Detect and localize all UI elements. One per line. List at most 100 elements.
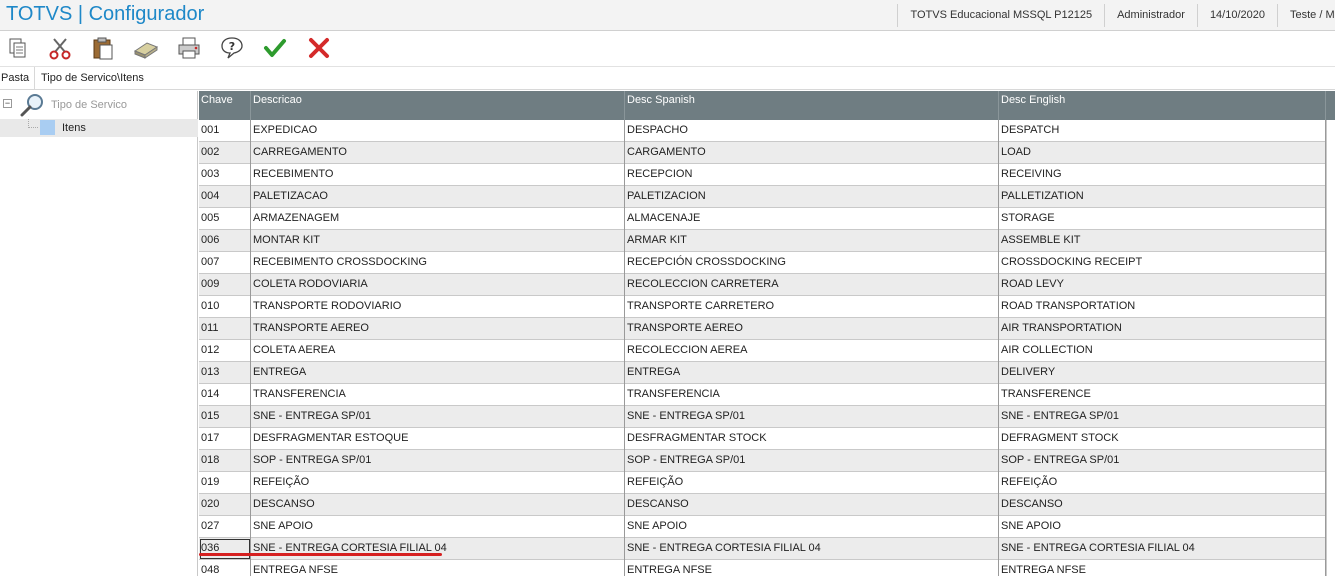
path-field[interactable]: Tipo de Servico\Itens bbox=[34, 67, 1335, 89]
cell-desc-english[interactable]: ENTREGA NFSE bbox=[999, 560, 1326, 576]
cell-descricao[interactable]: REFEIÇÃO bbox=[251, 472, 625, 494]
tree-node-itens[interactable]: Itens bbox=[0, 119, 198, 137]
cell-chave[interactable]: 027 bbox=[199, 516, 251, 538]
print-icon[interactable] bbox=[176, 35, 202, 61]
cell-desc-english[interactable]: SNE - ENTREGA CORTESIA FILIAL 04 bbox=[999, 538, 1326, 560]
environment-label[interactable]: TOTVS Educacional MSSQL P12125 bbox=[897, 4, 1104, 27]
cell-chave[interactable]: 001 bbox=[199, 120, 251, 142]
cell-descricao[interactable]: PALETIZACAO bbox=[251, 186, 625, 208]
cell-descricao[interactable]: COLETA RODOVIARIA bbox=[251, 274, 625, 296]
cell-desc-english[interactable]: ASSEMBLE KIT bbox=[999, 230, 1326, 252]
table-row[interactable]: 048 ENTREGA NFSE ENTREGA NFSE ENTREGA NFSE bbox=[199, 560, 1335, 576]
cell-descricao[interactable]: SNE APOIO bbox=[251, 516, 625, 538]
cell-desc-spanish[interactable]: ENTREGA bbox=[625, 362, 999, 384]
cell-desc-spanish[interactable]: CARGAMENTO bbox=[625, 142, 999, 164]
cell-desc-spanish[interactable]: SNE - ENTREGA SP/01 bbox=[625, 406, 999, 428]
table-row[interactable]: 012 COLETA AEREA RECOLECCION AEREA AIR COLL… bbox=[199, 340, 1335, 362]
cell-descricao[interactable]: SOP - ENTREGA SP/01 bbox=[251, 450, 625, 472]
cell-desc-english[interactable]: PALLETIZATION bbox=[999, 186, 1326, 208]
cell-chave[interactable]: 048 bbox=[199, 560, 251, 576]
cell-descricao[interactable]: SNE - ENTREGA CORTESIA FILIAL 04 bbox=[251, 538, 625, 560]
table-row[interactable]: 015 SNE - ENTREGA SP/01 SNE - ENTREGA SP/0… bbox=[199, 406, 1335, 428]
cell-desc-english[interactable]: ROAD LEVY bbox=[999, 274, 1326, 296]
cell-desc-spanish[interactable]: TRANSPORTE CARRETERO bbox=[625, 296, 999, 318]
cell-desc-english[interactable]: DEFRAGMENT STOCK bbox=[999, 428, 1326, 450]
cell-descricao[interactable]: ARMAZENAGEM bbox=[251, 208, 625, 230]
cell-descricao[interactable]: COLETA AEREA bbox=[251, 340, 625, 362]
cell-desc-spanish[interactable]: ARMAR KIT bbox=[625, 230, 999, 252]
cell-descricao[interactable]: RECEBIMENTO CROSSDOCKING bbox=[251, 252, 625, 274]
cell-desc-english[interactable]: SNE APOIO bbox=[999, 516, 1326, 538]
help-icon[interactable]: ? bbox=[219, 35, 245, 61]
table-row[interactable]: 004 PALETIZACAO PALETIZACION PALLETIZATION bbox=[199, 186, 1335, 208]
cell-descricao[interactable]: TRANSFERENCIA bbox=[251, 384, 625, 406]
tree-node-tipo-de-servico[interactable]: − Tipo de Servico bbox=[0, 91, 198, 118]
cell-desc-spanish[interactable]: DESPACHO bbox=[625, 120, 999, 142]
table-row[interactable]: 009 COLETA RODOVIARIA RECOLECCION CARRETER… bbox=[199, 274, 1335, 296]
column-header-descricao[interactable]: Descricao bbox=[251, 91, 625, 120]
cell-chave[interactable]: 010 bbox=[199, 296, 251, 318]
cell-chave[interactable]: 007 bbox=[199, 252, 251, 274]
cell-desc-english[interactable]: CROSSDOCKING RECEIPT bbox=[999, 252, 1326, 274]
cell-desc-spanish[interactable]: ALMACENAJE bbox=[625, 208, 999, 230]
table-row[interactable]: 017 DESFRAGMENTAR ESTOQUE DESFRAGMENTAR ST… bbox=[199, 428, 1335, 450]
table-row[interactable]: 007 RECEBIMENTO CROSSDOCKING RECEPCIÓN CRO… bbox=[199, 252, 1335, 274]
cell-desc-spanish[interactable]: RECEPCIÓN CROSSDOCKING bbox=[625, 252, 999, 274]
cell-desc-spanish[interactable]: PALETIZACION bbox=[625, 186, 999, 208]
cell-descricao[interactable]: MONTAR KIT bbox=[251, 230, 625, 252]
table-row[interactable]: 010 TRANSPORTE RODOVIARIO TRANSPORTE CARRE… bbox=[199, 296, 1335, 318]
table-row[interactable]: 020 DESCANSO DESCANSO DESCANSO bbox=[199, 494, 1335, 516]
cell-descricao[interactable]: DESFRAGMENTAR ESTOQUE bbox=[251, 428, 625, 450]
cell-chave[interactable]: 004 bbox=[199, 186, 251, 208]
cell-chave[interactable]: 018 bbox=[199, 450, 251, 472]
table-row[interactable]: 005 ARMAZENAGEM ALMACENAJE STORAGE bbox=[199, 208, 1335, 230]
table-row[interactable]: 014 TRANSFERENCIA TRANSFERENCIA TRANSFERENC… bbox=[199, 384, 1335, 406]
cell-desc-english[interactable]: LOAD bbox=[999, 142, 1326, 164]
cell-desc-spanish[interactable]: TRANSFERENCIA bbox=[625, 384, 999, 406]
table-row[interactable]: 002 CARREGAMENTO CARGAMENTO LOAD bbox=[199, 142, 1335, 164]
cell-chave[interactable]: 017 bbox=[199, 428, 251, 450]
cell-desc-english[interactable]: REFEIÇÃO bbox=[999, 472, 1326, 494]
cell-chave[interactable]: 012 bbox=[199, 340, 251, 362]
table-row[interactable]: 019 REFEIÇÃO REFEIÇÃO REFEIÇÃO bbox=[199, 472, 1335, 494]
vertical-scrollbar[interactable] bbox=[1326, 120, 1335, 576]
cell-chave[interactable]: 020 bbox=[199, 494, 251, 516]
cell-chave[interactable]: 011 bbox=[199, 318, 251, 340]
cut-icon[interactable] bbox=[47, 35, 73, 61]
cell-desc-english[interactable]: STORAGE bbox=[999, 208, 1326, 230]
table-row[interactable]: 027 SNE APOIO SNE APOIO SNE APOIO bbox=[199, 516, 1335, 538]
cell-desc-english[interactable]: AIR COLLECTION bbox=[999, 340, 1326, 362]
table-row[interactable]: 013 ENTREGA ENTREGA DELIVERY bbox=[199, 362, 1335, 384]
cell-chave[interactable]: 019 bbox=[199, 472, 251, 494]
cell-desc-english[interactable]: DESCANSO bbox=[999, 494, 1326, 516]
column-header-desc-spanish[interactable]: Desc Spanish bbox=[625, 91, 999, 120]
cell-descricao[interactable]: DESCANSO bbox=[251, 494, 625, 516]
table-row[interactable]: 006 MONTAR KIT ARMAR KIT ASSEMBLE KIT bbox=[199, 230, 1335, 252]
cell-chave[interactable]: 014 bbox=[199, 384, 251, 406]
table-row[interactable]: 018 SOP - ENTREGA SP/01 SOP - ENTREGA SP/0… bbox=[199, 450, 1335, 472]
column-header-desc-english[interactable]: Desc English bbox=[999, 91, 1326, 120]
copy-icon[interactable] bbox=[5, 35, 31, 61]
cell-desc-spanish[interactable]: RECOLECCION CARRETERA bbox=[625, 274, 999, 296]
table-row[interactable]: 011 TRANSPORTE AEREO TRANSPORTE AEREO AIR T… bbox=[199, 318, 1335, 340]
cell-desc-spanish[interactable]: REFEIÇÃO bbox=[625, 472, 999, 494]
cell-chave[interactable]: 002 bbox=[199, 142, 251, 164]
cell-desc-spanish[interactable]: RECOLECCION AEREA bbox=[625, 340, 999, 362]
table-row[interactable]: 001 EXPEDICAO DESPACHO DESPATCH bbox=[199, 120, 1335, 142]
cell-desc-spanish[interactable]: RECEPCION bbox=[625, 164, 999, 186]
eraser-icon[interactable] bbox=[133, 35, 159, 61]
cell-descricao[interactable]: TRANSPORTE AEREO bbox=[251, 318, 625, 340]
cell-desc-spanish[interactable]: DESFRAGMENTAR STOCK bbox=[625, 428, 999, 450]
user-label[interactable]: Administrador bbox=[1104, 4, 1197, 27]
cell-chave[interactable]: 015 bbox=[199, 406, 251, 428]
cell-desc-english[interactable]: AIR TRANSPORTATION bbox=[999, 318, 1326, 340]
paste-icon[interactable] bbox=[90, 35, 116, 61]
cell-desc-english[interactable]: DELIVERY bbox=[999, 362, 1326, 384]
cell-desc-english[interactable]: SOP - ENTREGA SP/01 bbox=[999, 450, 1326, 472]
cell-desc-english[interactable]: TRANSFERENCE bbox=[999, 384, 1326, 406]
cell-desc-spanish[interactable]: DESCANSO bbox=[625, 494, 999, 516]
cancel-icon[interactable] bbox=[306, 35, 332, 61]
cell-desc-spanish[interactable]: SNE APOIO bbox=[625, 516, 999, 538]
cell-desc-english[interactable]: RECEIVING bbox=[999, 164, 1326, 186]
cell-chave[interactable]: 013 bbox=[199, 362, 251, 384]
